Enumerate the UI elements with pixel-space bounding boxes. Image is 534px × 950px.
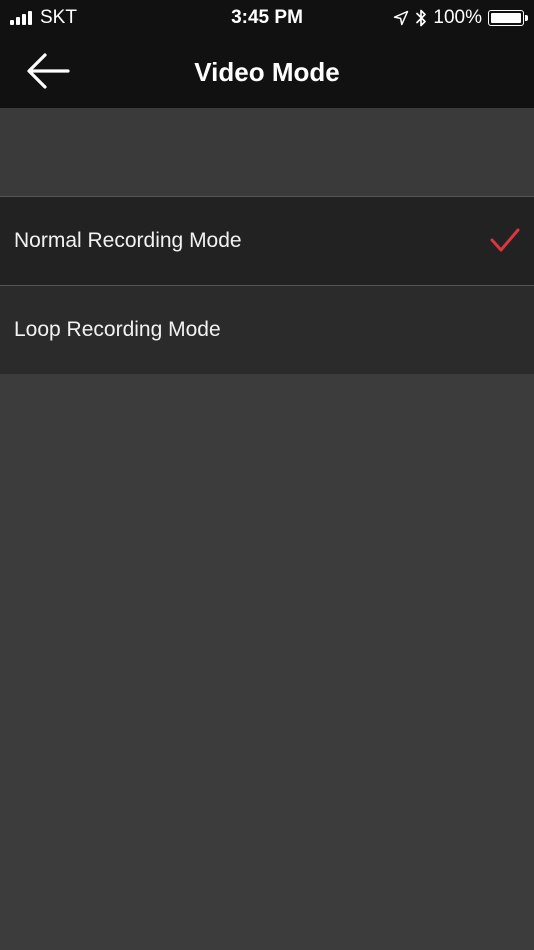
status-bar: SKT 3:45 PM 100% [0,0,534,38]
navigation-bar: Video Mode [0,38,534,108]
option-label: Loop Recording Mode [14,318,221,341]
option-normal-recording-mode[interactable]: Normal Recording Mode [0,197,534,286]
battery-icon [488,10,528,26]
location-arrow-icon [393,10,409,26]
status-right: 100% [393,6,528,30]
option-loop-recording-mode[interactable]: Loop Recording Mode [0,286,534,374]
section-spacer [0,108,534,197]
bluetooth-icon [415,8,427,28]
checkmark-icon [490,228,520,254]
page-title: Video Mode [194,57,340,87]
battery-fill [491,13,521,23]
battery-percent: 100% [433,7,482,28]
option-label: Normal Recording Mode [14,229,242,252]
recording-mode-list: Normal Recording Mode Loop Recording Mod… [0,197,534,374]
battery-tip [525,15,528,21]
